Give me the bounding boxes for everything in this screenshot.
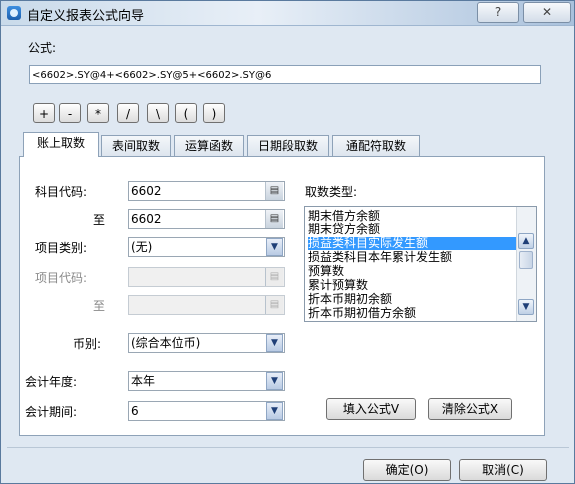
fetch-type-list[interactable]: 期末借方余额 期末贷方余额 损益类科目实际发生额 损益类科目本年累计发生额 预算… bbox=[304, 206, 537, 322]
app-icon bbox=[7, 6, 21, 20]
scroll-down-icon[interactable]: ▼ bbox=[518, 299, 534, 315]
formula-label: 公式: bbox=[28, 41, 57, 55]
tab-date-range[interactable]: 日期段取数 bbox=[247, 135, 329, 156]
multiply-button[interactable]: * bbox=[87, 103, 109, 123]
year-label: 会计年度: bbox=[25, 375, 78, 389]
list-item[interactable]: 折本币期初余额 bbox=[308, 293, 516, 306]
help-button[interactable]: ? bbox=[477, 2, 519, 23]
formula-input[interactable]: <6602>.SY@4+<6602>.SY@5+<6602>.SY@6 bbox=[29, 65, 541, 84]
currency-select[interactable]: (综合本位币) ▼ bbox=[128, 333, 285, 353]
currency-label: 币别: bbox=[73, 337, 102, 351]
chevron-down-icon[interactable]: ▼ bbox=[266, 334, 283, 352]
period-value: 6 bbox=[131, 404, 139, 418]
footer-divider bbox=[7, 447, 569, 448]
account-code-from-value: 6602 bbox=[131, 184, 162, 198]
list-item[interactable]: 预算数 bbox=[308, 265, 516, 278]
item-category-value: (无) bbox=[131, 240, 153, 254]
item-to-label: 至 bbox=[93, 299, 106, 313]
tab-account-fetch[interactable]: 账上取数 bbox=[23, 132, 99, 157]
fetch-type-label: 取数类型: bbox=[305, 185, 358, 199]
clear-formula-button[interactable]: 清除公式X bbox=[428, 398, 512, 420]
account-code-from-field[interactable]: 6602 ▤ bbox=[128, 181, 285, 201]
list-item[interactable]: 累计预算数 bbox=[308, 279, 516, 292]
period-label: 会计期间: bbox=[25, 405, 78, 419]
close-paren-button[interactable]: ) bbox=[203, 103, 225, 123]
period-select[interactable]: 6 ▼ bbox=[128, 401, 285, 421]
lookup-icon[interactable]: ▤ bbox=[265, 210, 283, 228]
year-value: 本年 bbox=[131, 374, 156, 388]
close-button[interactable]: ✕ bbox=[523, 2, 571, 23]
list-item[interactable]: 损益类科目本年累计发生额 bbox=[308, 251, 516, 264]
lookup-icon: ▤ bbox=[265, 268, 283, 286]
minus-button[interactable]: - bbox=[59, 103, 81, 123]
tab-wildcard[interactable]: 通配符取数 bbox=[332, 135, 420, 156]
formula-wizard-dialog: 自定义报表公式向导 ? ✕ 公式: <6602>.SY@4+<6602>.SY@… bbox=[0, 0, 575, 484]
lookup-icon[interactable]: ▤ bbox=[265, 182, 283, 200]
list-item-selected[interactable]: 损益类科目实际发生额 bbox=[308, 237, 516, 250]
chevron-down-icon[interactable]: ▼ bbox=[266, 238, 283, 256]
tab-table-fetch[interactable]: 表间取数 bbox=[101, 135, 171, 156]
title-bar: 自定义报表公式向导 ? ✕ bbox=[1, 1, 574, 26]
list-item[interactable]: 折本币期初借方余额 bbox=[308, 307, 516, 320]
window-title: 自定义报表公式向导 bbox=[27, 9, 145, 24]
lookup-icon: ▤ bbox=[265, 296, 283, 314]
vertical-scrollbar[interactable]: ▲ ▼ bbox=[516, 207, 536, 321]
account-code-to-value: 6602 bbox=[131, 212, 162, 226]
item-code-from-field: ▤ bbox=[128, 267, 285, 287]
item-code-label: 项目代码: bbox=[35, 271, 88, 285]
scroll-thumb[interactable] bbox=[519, 251, 533, 269]
backslash-button[interactable]: \ bbox=[147, 103, 169, 123]
tab-functions[interactable]: 运算函数 bbox=[174, 135, 244, 156]
cancel-button[interactable]: 取消(C) bbox=[459, 459, 547, 481]
to-label: 至 bbox=[93, 213, 106, 227]
open-paren-button[interactable]: ( bbox=[175, 103, 197, 123]
account-code-to-field[interactable]: 6602 ▤ bbox=[128, 209, 285, 229]
account-code-label: 科目代码: bbox=[35, 185, 88, 199]
item-category-label: 项目类别: bbox=[35, 241, 88, 255]
ok-button[interactable]: 确定(O) bbox=[363, 459, 451, 481]
year-select[interactable]: 本年 ▼ bbox=[128, 371, 285, 391]
plus-button[interactable]: + bbox=[33, 103, 55, 123]
fill-formula-button[interactable]: 填入公式V bbox=[326, 398, 416, 420]
item-category-select[interactable]: (无) ▼ bbox=[128, 237, 285, 257]
divide-button[interactable]: / bbox=[117, 103, 139, 123]
scroll-up-icon[interactable]: ▲ bbox=[518, 233, 534, 249]
item-code-to-field: ▤ bbox=[128, 295, 285, 315]
chevron-down-icon[interactable]: ▼ bbox=[266, 372, 283, 390]
chevron-down-icon[interactable]: ▼ bbox=[266, 402, 283, 420]
currency-value: (综合本位币) bbox=[131, 336, 201, 350]
list-item[interactable]: 期末贷方余额 bbox=[308, 223, 516, 236]
